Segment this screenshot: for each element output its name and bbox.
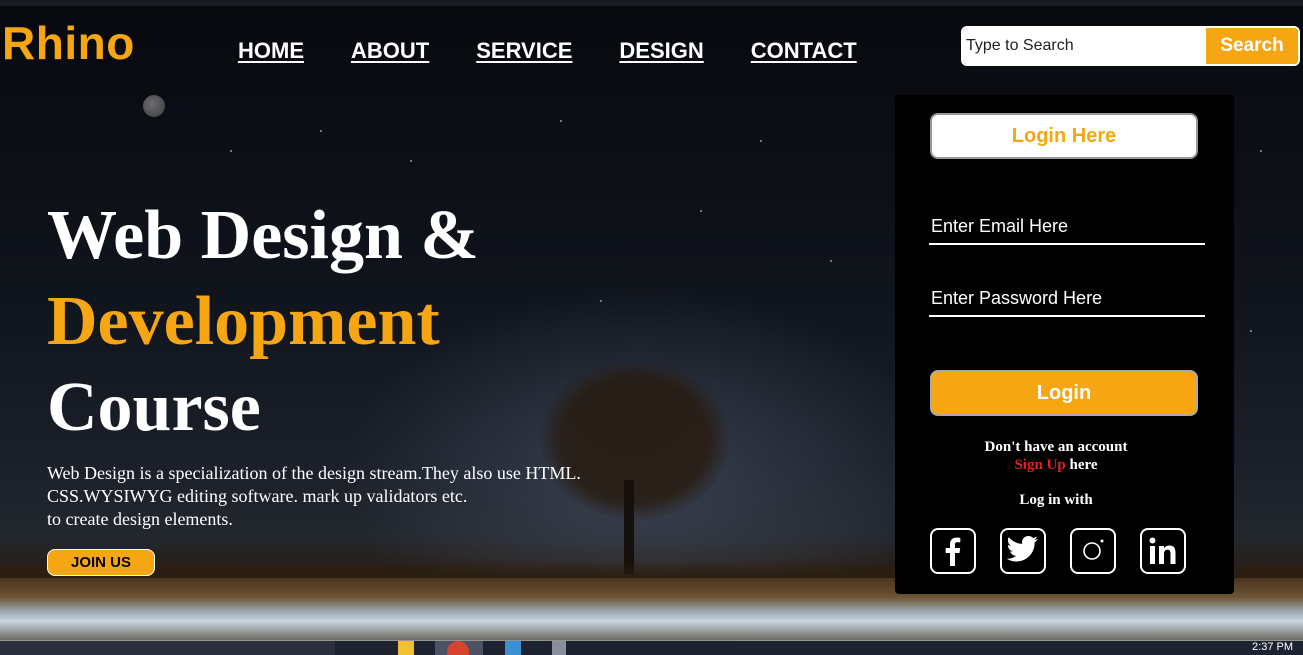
password-field[interactable] — [929, 281, 1205, 317]
star — [1260, 150, 1262, 152]
search-bar: Search — [961, 26, 1300, 66]
taskbar-left — [0, 641, 335, 655]
facebook-icon[interactable] — [930, 528, 976, 574]
star — [230, 150, 232, 152]
headline-line-3: Course — [47, 369, 261, 446]
brand-logo: Rhino — [2, 17, 135, 69]
instagram-icon[interactable] — [1070, 528, 1116, 574]
headline-line-2: Development — [47, 283, 440, 360]
nav-item-service[interactable]: SERVICE — [476, 38, 572, 64]
twitter-icon[interactable] — [1000, 528, 1046, 574]
window-top-strip — [0, 0, 1303, 6]
star — [410, 160, 412, 162]
no-account-text: Don't have an account — [984, 439, 1128, 455]
file-explorer-icon[interactable] — [398, 641, 414, 655]
nav-item-about[interactable]: ABOUT — [351, 38, 429, 64]
moon-decoration — [143, 95, 165, 117]
nav-item-home[interactable]: HOME — [238, 38, 304, 64]
login-with-text: Log in with — [1019, 492, 1093, 508]
signup-prompt: Don't have an account Sign Up here — [895, 438, 1217, 474]
star — [700, 210, 702, 212]
app-icon[interactable] — [505, 641, 521, 655]
login-panel: Login Here Login Don't have an account S… — [895, 95, 1234, 594]
headline-line-1: Web Design & — [47, 197, 479, 274]
social-login-row — [930, 528, 1186, 574]
signup-link[interactable]: Sign Up — [1014, 457, 1065, 473]
description-line: CSS.WYSIWYG editing software. mark up va… — [47, 486, 468, 506]
star — [560, 120, 562, 122]
search-input[interactable] — [963, 28, 1206, 64]
description-line: to create design elements. — [47, 509, 233, 529]
nav-item-design[interactable]: DESIGN — [619, 38, 703, 64]
main-nav: HOME ABOUT SERVICE DESIGN CONTACT — [238, 38, 857, 64]
star — [760, 140, 762, 142]
star — [830, 260, 832, 262]
join-us-button[interactable]: JOIN US — [47, 549, 155, 576]
taskbar-clock: 2:37 PM — [1252, 641, 1293, 653]
email-field[interactable] — [929, 209, 1205, 245]
star — [1250, 330, 1252, 332]
nav-item-contact[interactable]: CONTACT — [751, 38, 857, 64]
os-taskbar: 2:37 PM — [0, 641, 1303, 655]
app-icon[interactable] — [552, 641, 566, 655]
star — [600, 300, 602, 302]
login-button[interactable]: Login — [930, 370, 1198, 416]
hero-headline: Web Design & Development Course — [47, 193, 479, 451]
linkedin-icon[interactable] — [1140, 528, 1186, 574]
hero-description: Web Design is a specialization of the de… — [47, 462, 667, 531]
login-here-button[interactable]: Login Here — [930, 113, 1198, 159]
description-line: Web Design is a specialization of the de… — [47, 463, 581, 483]
signup-suffix: here — [1065, 457, 1098, 473]
star — [320, 130, 322, 132]
search-button[interactable]: Search — [1206, 28, 1298, 64]
